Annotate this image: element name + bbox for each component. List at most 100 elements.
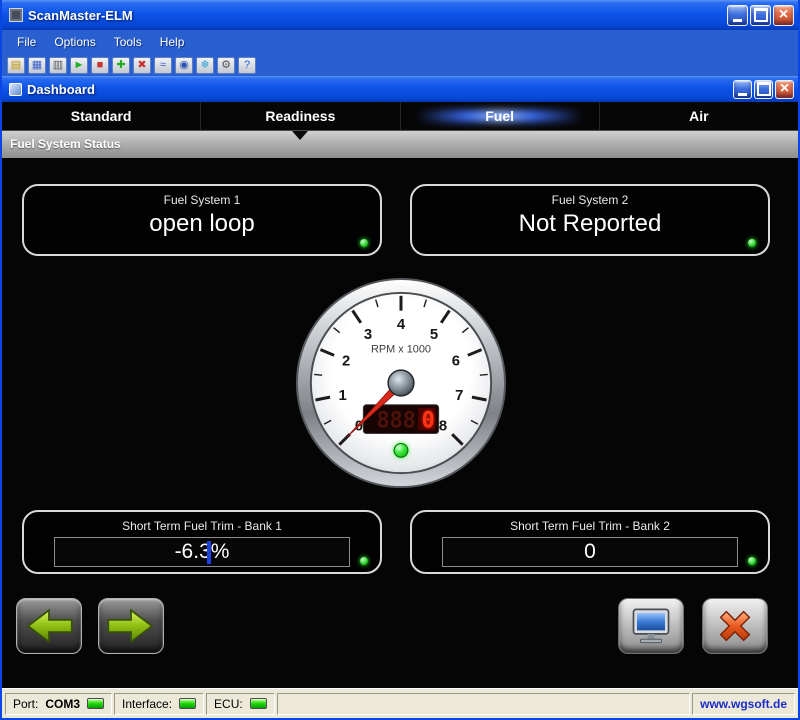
app-chip-icon	[9, 8, 23, 22]
fuel-system-1-label: Fuel System 1	[24, 193, 380, 207]
arrow-left-icon	[21, 605, 77, 647]
toolbar-icon-clear-codes[interactable]: ✖	[133, 57, 151, 74]
toolbar-icon-save[interactable]: ▦	[28, 57, 46, 74]
gauge-tick-label: 3	[364, 327, 372, 343]
tab-standard[interactable]: Standard	[2, 102, 201, 130]
statusbar-spacer	[277, 693, 690, 715]
toolbar-icon-settings[interactable]: ⚙	[217, 57, 235, 74]
section-header: Fuel System Status	[2, 130, 798, 158]
toolbar-icon-live-data[interactable]: ≈	[154, 57, 172, 74]
toolbar-icon-dashboard[interactable]: ◉	[175, 57, 193, 74]
dashboard-close-button[interactable]	[775, 80, 794, 99]
toolbar-icon-freeze-frame[interactable]: ❄	[196, 57, 214, 74]
dashboard-area: Fuel System 1 open loop Fuel System 2 No…	[2, 158, 798, 690]
stft-bank1-label: Short Term Fuel Trim - Bank 1	[24, 519, 380, 533]
status-led-icon	[748, 239, 756, 247]
tab-fuel-label: Fuel	[485, 108, 514, 124]
app-window: ScanMaster-ELM File Options Tools Help ▤…	[0, 0, 800, 720]
arrow-right-icon	[103, 605, 159, 647]
text-cursor	[207, 541, 211, 564]
main-titlebar: ScanMaster-ELM	[2, 0, 798, 30]
monitor-view-button[interactable]	[618, 598, 684, 654]
tab-air[interactable]: Air	[600, 102, 798, 130]
monitor-icon	[626, 605, 676, 647]
app-title: ScanMaster-ELM	[28, 8, 727, 23]
stft-bank2-panel: Short Term Fuel Trim - Bank 2 0	[410, 510, 770, 574]
gauge-tick-label: 7	[455, 388, 463, 404]
stft-bank1-value-box: -6.3%	[54, 537, 350, 567]
gauge-tick-label: 5	[430, 327, 438, 343]
exit-dashboard-button[interactable]	[702, 598, 768, 654]
gauge-tick-label: 4	[397, 317, 406, 333]
stft-bank2-label: Short Term Fuel Trim - Bank 2	[412, 519, 768, 533]
maximize-button[interactable]	[750, 5, 771, 26]
rpm-gauge: 012345678 RPM x 1000 888 0	[292, 274, 510, 492]
menu-tools[interactable]: Tools	[105, 32, 151, 52]
previous-page-button[interactable]	[16, 598, 82, 654]
gauge-tick-label: 8	[439, 418, 447, 434]
tab-readiness[interactable]: Readiness	[201, 102, 400, 130]
stft-bank1-value: -6.3%	[55, 538, 349, 566]
minimize-button[interactable]	[727, 5, 748, 26]
interface-led-icon	[179, 698, 196, 709]
dashboard-titlebar: Dashboard	[2, 76, 798, 102]
tab-fuel[interactable]: Fuel	[401, 102, 600, 130]
ecu-led-icon	[250, 698, 267, 709]
status-led-icon	[360, 557, 368, 565]
menu-options[interactable]: Options	[45, 32, 104, 52]
gauge-hub	[388, 370, 414, 396]
lcd-value: 0	[422, 409, 435, 434]
dashboard-tabbar: Standard Readiness Fuel Air	[2, 102, 798, 130]
close-button[interactable]	[773, 5, 794, 26]
port-label: Port:	[13, 697, 38, 711]
toolbar: ▤▦▥►■✚✖≈◉❄⚙?	[2, 54, 798, 76]
status-led-icon	[748, 557, 756, 565]
gauge-tick	[314, 374, 322, 375]
dashboard-title: Dashboard	[27, 82, 733, 97]
section-title: Fuel System Status	[10, 137, 121, 151]
statusbar-ecu: ECU:	[206, 693, 275, 715]
status-led-icon	[360, 239, 368, 247]
dashboard-maximize-button[interactable]	[754, 80, 773, 99]
gauge-tick-label: 1	[339, 388, 347, 404]
menubar: File Options Tools Help	[2, 30, 798, 54]
statusbar-interface: Interface:	[114, 693, 204, 715]
toolbar-icon-disconnect[interactable]: ■	[91, 57, 109, 74]
gauge-tick	[480, 374, 488, 375]
fuel-system-2-value: Not Reported	[412, 210, 768, 238]
tab-pointer-triangle	[292, 131, 308, 140]
ecu-label: ECU:	[214, 697, 243, 711]
menu-file[interactable]: File	[8, 32, 45, 52]
stft-bank1-panel: Short Term Fuel Trim - Bank 1 -6.3%	[22, 510, 382, 574]
toolbar-icon-print[interactable]: ▥	[49, 57, 67, 74]
lcd-ghost-digits: 888	[376, 409, 415, 434]
fuel-system-2-label: Fuel System 2	[412, 193, 768, 207]
tab-air-label: Air	[689, 108, 708, 124]
dashboard-window-icon	[9, 83, 22, 96]
port-value: COM3	[45, 697, 80, 711]
toolbar-icon-read-codes[interactable]: ✚	[112, 57, 130, 74]
red-x-icon	[712, 603, 758, 649]
tab-readiness-label: Readiness	[265, 108, 335, 124]
toolbar-icon-open[interactable]: ▤	[7, 57, 25, 74]
menu-help[interactable]: Help	[151, 32, 194, 52]
port-led-icon	[87, 698, 104, 709]
dashboard-minimize-button[interactable]	[733, 80, 752, 99]
statusbar-website: www.wgsoft.de	[692, 693, 795, 715]
fuel-system-2-panel: Fuel System 2 Not Reported	[410, 184, 770, 256]
website-link[interactable]: www.wgsoft.de	[700, 697, 787, 711]
gauge-tick-label: 2	[342, 354, 350, 370]
fuel-system-1-panel: Fuel System 1 open loop	[22, 184, 382, 256]
statusbar-port: Port: COM3	[5, 693, 112, 715]
next-page-button[interactable]	[98, 598, 164, 654]
toolbar-icon-connect[interactable]: ►	[70, 57, 88, 74]
gauge-tick-label: 6	[452, 354, 460, 370]
tab-standard-label: Standard	[71, 108, 132, 124]
toolbar-icon-help[interactable]: ?	[238, 57, 256, 74]
interface-label: Interface:	[122, 697, 172, 711]
gauge-led-icon	[394, 443, 408, 457]
fuel-system-1-value: open loop	[24, 210, 380, 238]
gauge-unit-label: RPM x 1000	[371, 343, 431, 355]
stft-bank2-value-box: 0	[442, 537, 738, 567]
stft-bank2-value: 0	[443, 538, 737, 566]
